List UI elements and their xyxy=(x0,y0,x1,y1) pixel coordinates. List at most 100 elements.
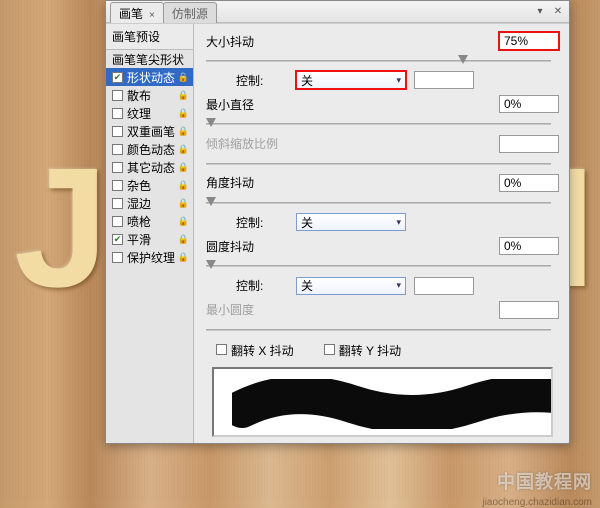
chevron-down-icon: ▾ xyxy=(396,280,401,291)
size-control-select[interactable]: 关▾ xyxy=(296,71,406,89)
checkbox-icon[interactable] xyxy=(112,90,123,101)
sidebar-item-label: 杂色 xyxy=(127,177,151,194)
checkbox-icon[interactable] xyxy=(112,144,123,155)
tab-close-icon[interactable]: × xyxy=(149,10,155,21)
roundness-control-select[interactable]: 关▾ xyxy=(296,277,406,295)
select-value: 关 xyxy=(301,214,313,231)
sidebar-item-color-dynamics[interactable]: 颜色动态 🔒 xyxy=(106,140,193,158)
sidebar-item-wet-edges[interactable]: 湿边 🔒 xyxy=(106,194,193,212)
sidebar-item-protect-texture[interactable]: 保护纹理 🔒 xyxy=(106,248,193,266)
brush-presets-header[interactable]: 画笔预设 xyxy=(106,24,193,50)
min-roundness-input xyxy=(499,301,559,319)
sidebar: 画笔预设 画笔笔尖形状 ✔ 形状动态 🔒 散布 🔒 纹理 🔒 双重画笔 xyxy=(106,24,194,443)
sidebar-item-label: 保护纹理 xyxy=(127,249,175,266)
sidebar-item-shape-dynamics[interactable]: ✔ 形状动态 🔒 xyxy=(106,68,193,86)
lock-icon: 🔒 xyxy=(178,216,189,227)
checkbox-icon[interactable] xyxy=(112,180,123,191)
roundness-jitter-slider[interactable] xyxy=(206,259,551,270)
min-diameter-slider[interactable] xyxy=(206,117,551,128)
sidebar-item-label: 形状动态 xyxy=(127,69,175,86)
sidebar-item-texture[interactable]: 纹理 🔒 xyxy=(106,104,193,122)
size-jitter-input[interactable]: 75% xyxy=(499,32,559,50)
sidebar-item-dual-brush[interactable]: 双重画笔 🔒 xyxy=(106,122,193,140)
watermark: 中国教程网 xyxy=(497,468,592,494)
sidebar-item-brush-tip[interactable]: 画笔笔尖形状 xyxy=(106,50,193,68)
lock-icon: 🔒 xyxy=(178,234,189,245)
checkbox-icon[interactable]: ✔ xyxy=(112,72,123,83)
watermark-sub: jiaocheng.chazidian.com xyxy=(482,497,592,508)
sidebar-item-scattering[interactable]: 散布 🔒 xyxy=(106,86,193,104)
checkbox-icon xyxy=(324,344,335,355)
tilt-scale-label: 倾斜缩放比例 xyxy=(206,135,296,152)
min-diameter-input[interactable]: 0% xyxy=(499,95,559,113)
angle-jitter-label: 角度抖动 xyxy=(206,174,296,191)
sidebar-item-smoothing[interactable]: ✔ 平滑 🔒 xyxy=(106,230,193,248)
flip-y-label: 翻转 Y 抖动 xyxy=(339,344,401,358)
checkbox-icon[interactable] xyxy=(112,198,123,209)
sidebar-item-label: 其它动态 xyxy=(127,159,175,176)
tab-label: 画笔 xyxy=(119,7,143,21)
checkbox-icon[interactable] xyxy=(112,216,123,227)
select-value: 关 xyxy=(301,72,313,89)
select-value: 关 xyxy=(301,277,313,294)
tilt-scale-slider xyxy=(206,157,551,168)
lock-icon: 🔒 xyxy=(178,144,189,155)
size-jitter-slider[interactable] xyxy=(206,54,551,65)
angle-jitter-slider[interactable] xyxy=(206,196,551,207)
angle-jitter-input[interactable]: 0% xyxy=(499,174,559,192)
lock-icon: 🔒 xyxy=(178,90,189,101)
flip-y-checkbox[interactable]: 翻转 Y 抖动 xyxy=(324,342,401,359)
chevron-down-icon: ▾ xyxy=(396,75,401,86)
sidebar-item-label: 喷枪 xyxy=(127,213,151,230)
sidebar-item-label: 湿边 xyxy=(127,195,151,212)
close-icon[interactable]: ✕ xyxy=(551,5,565,19)
roundness-control-value[interactable] xyxy=(414,277,474,295)
sidebar-item-label: 双重画笔 xyxy=(127,123,175,140)
min-roundness-label: 最小圆度 xyxy=(206,301,296,318)
control-label: 控制: xyxy=(206,214,296,231)
lock-icon: 🔒 xyxy=(178,108,189,119)
min-diameter-label: 最小直径 xyxy=(206,96,296,113)
sidebar-item-label: 平滑 xyxy=(127,231,151,248)
control-label: 控制: xyxy=(206,277,296,294)
flip-x-checkbox[interactable]: 翻转 X 抖动 xyxy=(216,342,294,359)
checkbox-icon xyxy=(216,344,227,355)
min-roundness-slider xyxy=(206,323,551,334)
brush-panel: 画笔 × 仿制源 ▾ ✕ 画笔预设 画笔笔尖形状 ✔ 形状动态 🔒 散布 🔒 xyxy=(105,0,570,444)
sidebar-item-label: 颜色动态 xyxy=(127,141,175,158)
angle-control-select[interactable]: 关▾ xyxy=(296,213,406,231)
tab-label: 仿制源 xyxy=(172,7,208,21)
tab-brush[interactable]: 画笔 × xyxy=(110,2,164,23)
checkbox-icon[interactable] xyxy=(112,162,123,173)
sidebar-item-label: 散布 xyxy=(127,87,151,104)
tilt-scale-input xyxy=(499,135,559,153)
lock-icon: 🔒 xyxy=(178,198,189,209)
lock-icon: 🔒 xyxy=(178,72,189,83)
lock-icon: 🔒 xyxy=(178,180,189,191)
flip-x-label: 翻转 X 抖动 xyxy=(231,344,294,358)
lock-icon: 🔒 xyxy=(178,126,189,137)
checkbox-icon[interactable] xyxy=(112,252,123,263)
settings-main: 大小抖动 75% 控制: 关▾ 最小直径 0% 倾斜缩放比例 xyxy=(194,24,569,443)
brush-preview xyxy=(212,367,553,437)
lock-icon: 🔒 xyxy=(178,252,189,263)
tab-clone-source[interactable]: 仿制源 xyxy=(163,2,217,23)
checkbox-icon[interactable]: ✔ xyxy=(112,234,123,245)
titlebar: 画笔 × 仿制源 ▾ ✕ xyxy=(106,1,569,23)
roundness-jitter-input[interactable]: 0% xyxy=(499,237,559,255)
sidebar-item-label: 画笔笔尖形状 xyxy=(112,51,184,68)
size-jitter-label: 大小抖动 xyxy=(206,33,296,50)
collapse-icon[interactable]: ▾ xyxy=(533,5,547,19)
sidebar-item-other-dynamics[interactable]: 其它动态 🔒 xyxy=(106,158,193,176)
sidebar-item-noise[interactable]: 杂色 🔒 xyxy=(106,176,193,194)
control-label: 控制: xyxy=(206,72,296,89)
roundness-jitter-label: 圆度抖动 xyxy=(206,238,296,255)
chevron-down-icon: ▾ xyxy=(396,217,401,228)
sidebar-item-airbrush[interactable]: 喷枪 🔒 xyxy=(106,212,193,230)
size-control-value[interactable] xyxy=(414,71,474,89)
brush-stroke-icon xyxy=(232,379,553,429)
checkbox-icon[interactable] xyxy=(112,108,123,119)
sidebar-item-label: 纹理 xyxy=(127,105,151,122)
lock-icon: 🔒 xyxy=(178,162,189,173)
checkbox-icon[interactable] xyxy=(112,126,123,137)
